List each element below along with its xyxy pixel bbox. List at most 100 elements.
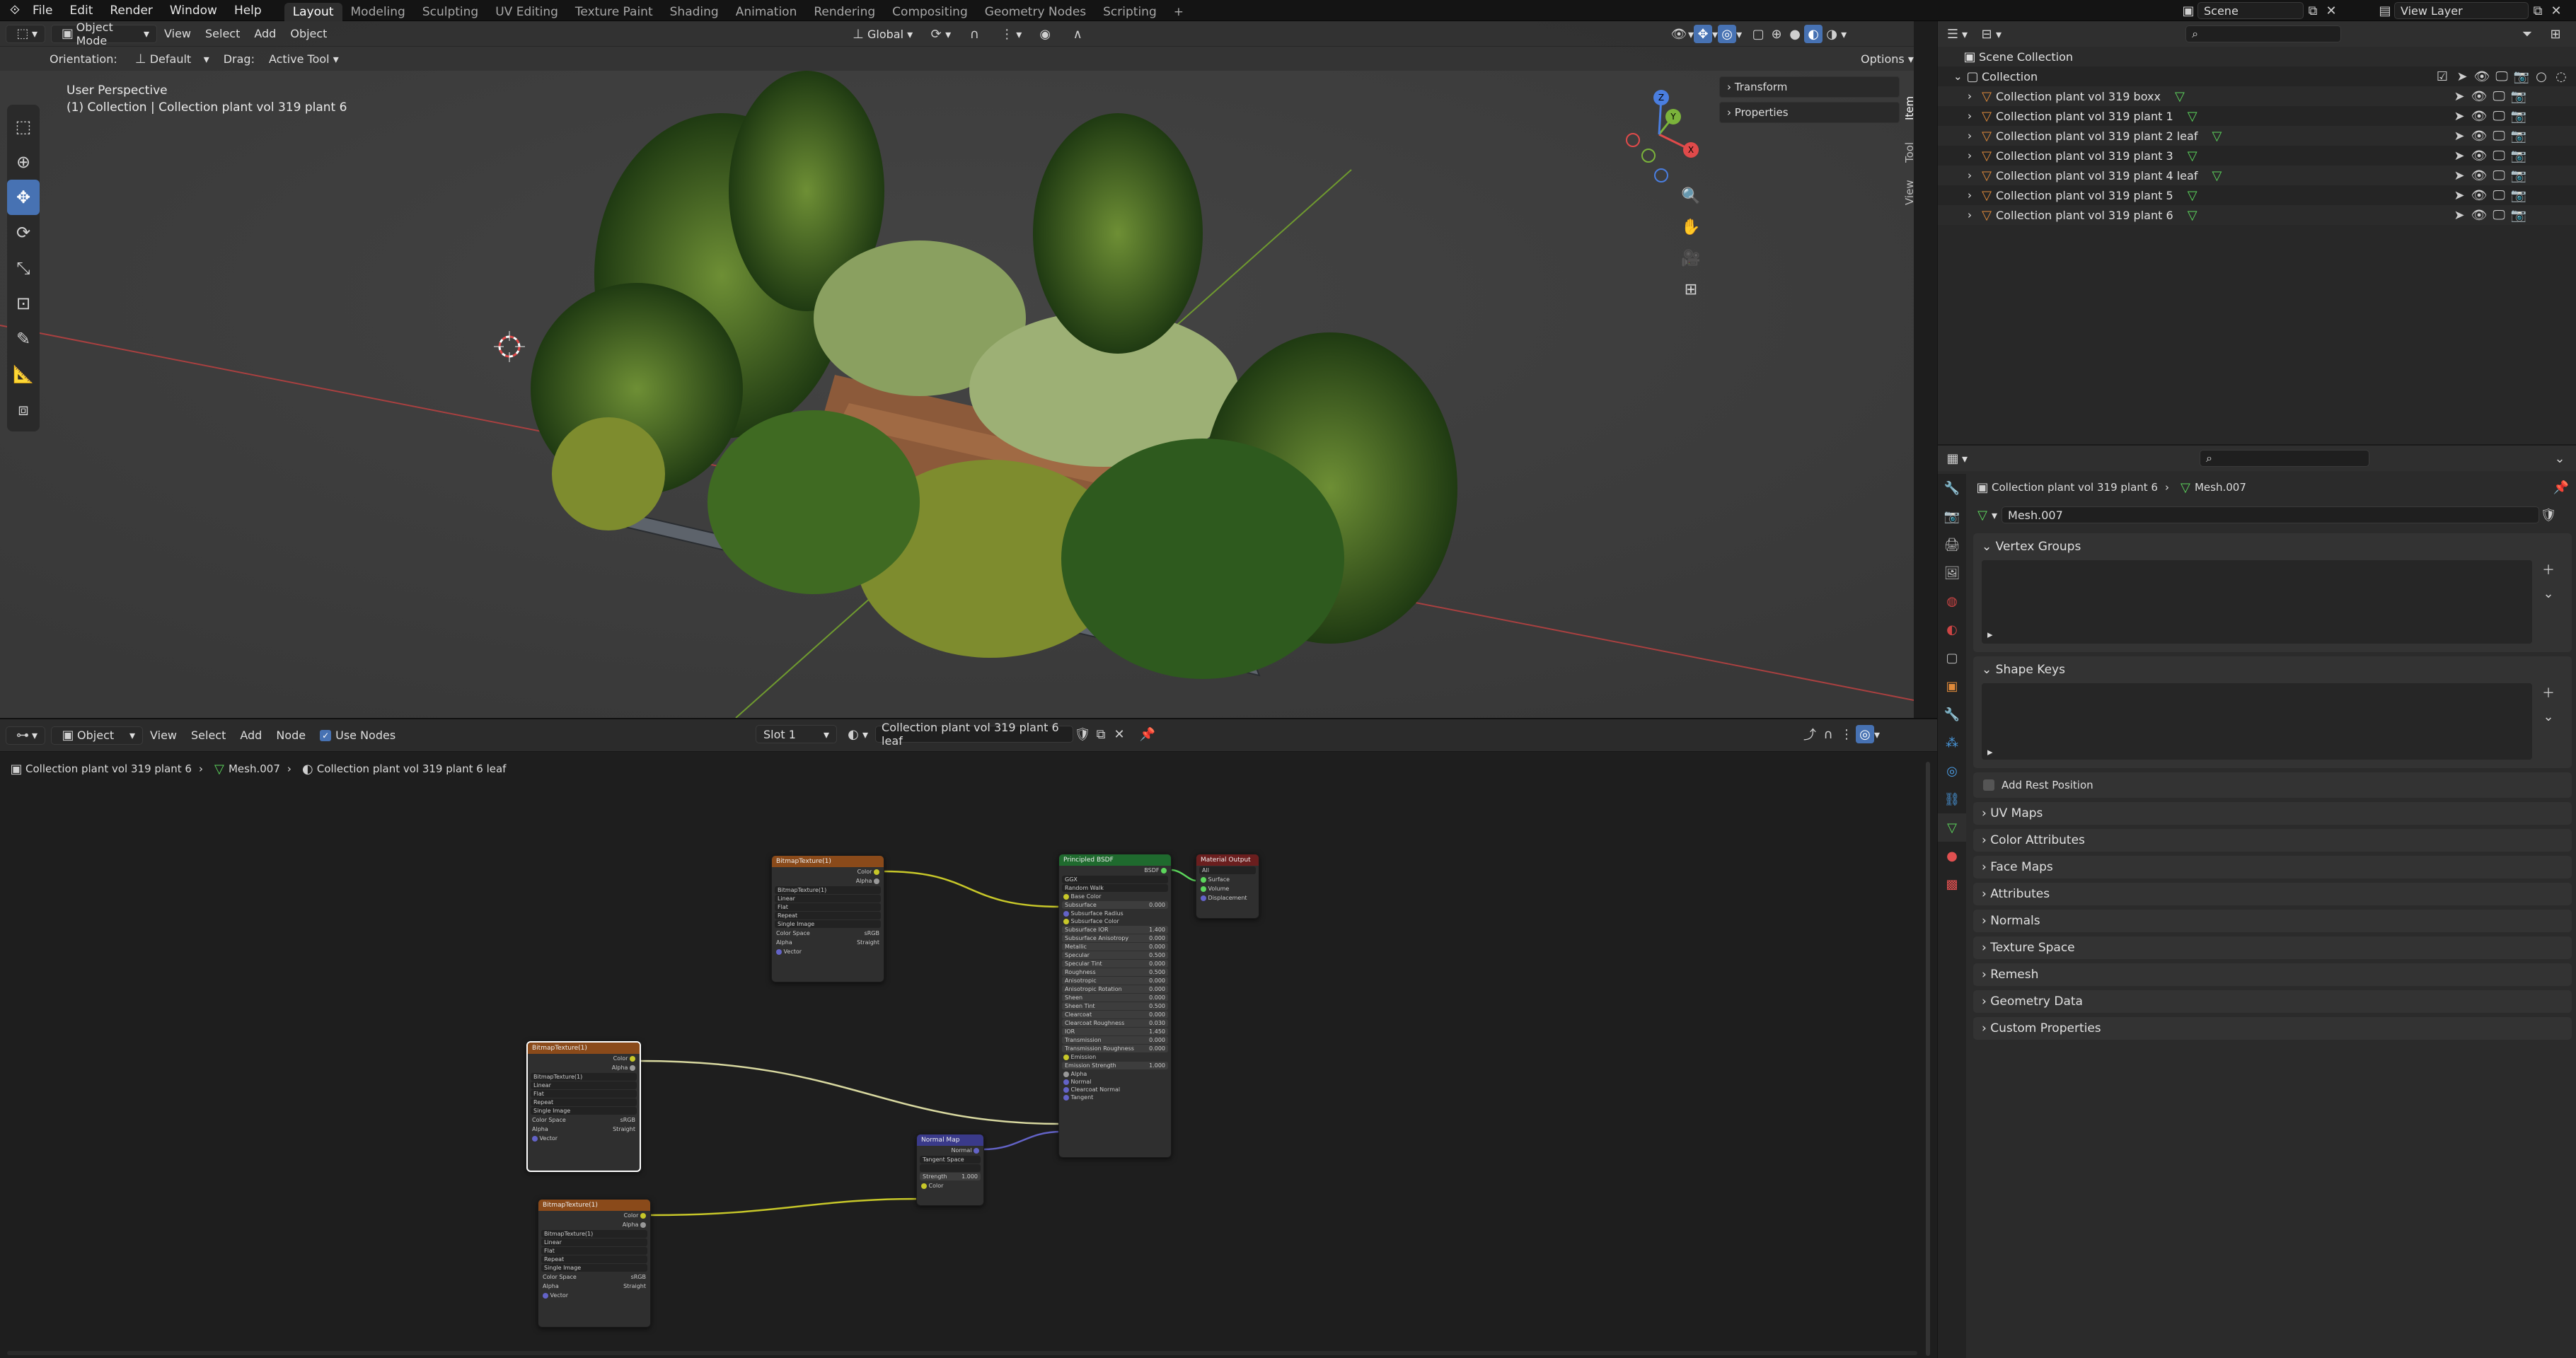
- shape-keys-header[interactable]: ⌄ Shape Keys: [1973, 656, 2572, 683]
- properties-panel[interactable]: › Properties: [1719, 102, 1900, 123]
- collapsed-panel[interactable]: › Custom Properties: [1973, 1017, 2572, 1040]
- projection-field[interactable]: Flat: [531, 1090, 637, 1098]
- workspace-tab-modeling[interactable]: Modeling: [342, 3, 414, 21]
- outliner-editor-icon[interactable]: ☰: [1943, 25, 1962, 43]
- sidebar-tab-view[interactable]: View: [1903, 163, 1914, 205]
- eye-icon[interactable]: 👁: [2470, 107, 2488, 125]
- bsdf-input-row[interactable]: Sheen 0.000: [1062, 994, 1168, 1002]
- select-box-tool[interactable]: ⬚: [7, 109, 40, 144]
- add-rest-position-checkbox[interactable]: [1983, 779, 1994, 791]
- image-texture-node-1[interactable]: BitmapTexture(1) Color Alpha BitmapTextu…: [771, 855, 884, 982]
- collapsed-panel[interactable]: › Color Attributes: [1973, 829, 2572, 852]
- render-camera-icon[interactable]: 📷: [2509, 146, 2528, 165]
- menu-help[interactable]: Help: [226, 0, 270, 21]
- bsdf-input-row[interactable]: Anisotropic Rotation 0.000: [1062, 985, 1168, 993]
- options-dropdown[interactable]: Options ▾: [1854, 50, 1914, 68]
- projection-field[interactable]: Flat: [775, 903, 881, 911]
- render-camera-icon[interactable]: 📷: [2509, 206, 2528, 224]
- outliner-row-collection-item[interactable]: › ▽ Collection plant vol 319 plant 1 ▽ ➤ 👁 🖵 📷: [1938, 106, 2576, 126]
- bsdf-input-row[interactable]: Sheen Tint 0.500: [1062, 1002, 1168, 1010]
- outliner-search-input[interactable]: ⌕: [2185, 25, 2342, 42]
- pan-hand-icon[interactable]: ✋: [1675, 211, 1706, 243]
- eye-icon[interactable]: 👁: [2470, 166, 2488, 185]
- sidebar-tab-tool[interactable]: Tool: [1903, 120, 1914, 163]
- collapsed-panel[interactable]: › Attributes: [1973, 883, 2572, 905]
- falloff-dropdown[interactable]: ∧: [1061, 25, 1094, 43]
- scale-tool[interactable]: ⤡: [7, 250, 40, 286]
- outliner-row-collection-item[interactable]: › ▽ Collection plant vol 319 plant 2 leaf ▽…: [1938, 126, 2576, 146]
- eye-icon[interactable]: 👁: [2470, 146, 2488, 165]
- close-icon[interactable]: ✕: [2322, 1, 2340, 20]
- constraints-tab-icon[interactable]: ⛓: [1938, 785, 1966, 813]
- select-arrow-icon[interactable]: ➤: [2450, 146, 2468, 165]
- bsdf-input-row[interactable]: Subsurface 0.000: [1062, 901, 1168, 909]
- monitor-icon[interactable]: 🖵: [2490, 166, 2508, 185]
- viewport-menu-add[interactable]: Add: [247, 25, 283, 43]
- viewport-menu-object[interactable]: Object: [283, 25, 334, 43]
- vertical-scrollbar[interactable]: [1926, 762, 1930, 1356]
- menu-file[interactable]: File: [24, 0, 61, 21]
- add-icon[interactable]: ＋: [2539, 560, 2558, 579]
- outliner-row-collection[interactable]: ⌄ ▢ Collection ☑ ➤ 👁 🖵 📷 ○ ◌: [1938, 66, 2576, 86]
- bsdf-input-row[interactable]: Metallic 0.000: [1062, 943, 1168, 951]
- view-layer-selector[interactable]: ▤ View Layer ⧉ ✕: [2376, 1, 2565, 20]
- select-arrow-icon[interactable]: ➤: [2450, 87, 2468, 105]
- visibility-icon[interactable]: 👁: [1670, 25, 1688, 43]
- workspace-tab-sculpting[interactable]: Sculpting: [414, 3, 487, 21]
- rendered-shading-icon[interactable]: ◑: [1823, 25, 1841, 43]
- select-arrow-icon[interactable]: ➤: [2450, 127, 2468, 145]
- source-field[interactable]: Single Image: [531, 1107, 637, 1115]
- workspace-tab-animation[interactable]: Animation: [727, 3, 806, 21]
- mode-dropdown[interactable]: ▣ Object Mode ▾: [51, 21, 158, 47]
- scene-field[interactable]: Scene: [2197, 2, 2304, 19]
- particles-tab-icon[interactable]: ⁂: [1938, 729, 1966, 757]
- indirect-only-icon[interactable]: ◌: [2552, 67, 2570, 86]
- bsdf-input-row[interactable]: Clearcoat 0.000: [1062, 1011, 1168, 1018]
- solid-shading-icon[interactable]: ●: [1786, 25, 1804, 43]
- source-field[interactable]: Single Image: [775, 920, 881, 928]
- expand-list-icon[interactable]: ▸: [1987, 745, 1993, 758]
- outliner-row-collection-item[interactable]: › ▽ Collection plant vol 319 plant 5 ▽ ➤ 👁 🖵 📷: [1938, 185, 2576, 205]
- strength-field[interactable]: Strength 1.000: [920, 1173, 981, 1180]
- uv-map-field[interactable]: [920, 1164, 981, 1172]
- image-texture-node-3[interactable]: BitmapTexture(1) Color Alpha BitmapTextu…: [538, 1199, 651, 1328]
- select-arrow-icon[interactable]: ➤: [2450, 206, 2468, 224]
- pin-icon[interactable]: ⧉: [2304, 1, 2322, 20]
- interpolation-field[interactable]: Linear: [775, 895, 881, 903]
- chevron-right-icon[interactable]: ›: [1968, 90, 1977, 103]
- menu-render[interactable]: Render: [101, 0, 161, 21]
- render-camera-icon[interactable]: 📷: [2509, 166, 2528, 185]
- select-arrow-icon[interactable]: ➤: [2450, 186, 2468, 204]
- workspace-tab-compositing[interactable]: Compositing: [884, 3, 976, 21]
- output-target-dropdown[interactable]: All: [1199, 866, 1256, 874]
- normal-map-node[interactable]: Normal Map Normal Tangent Space Strength…: [916, 1134, 984, 1206]
- interpolation-field[interactable]: Linear: [531, 1081, 637, 1089]
- render-camera-icon[interactable]: 📷: [2509, 107, 2528, 125]
- chevron-down-icon[interactable]: ⌄: [2551, 449, 2569, 468]
- collapsed-panel[interactable]: › Face Maps: [1973, 856, 2572, 878]
- eye-icon[interactable]: 👁: [2470, 186, 2488, 204]
- camera-icon[interactable]: 🎥: [1675, 243, 1706, 274]
- render-camera-icon[interactable]: 📷: [2509, 127, 2528, 145]
- navigation-gizmo[interactable]: X Y Z: [1620, 85, 1705, 191]
- select-arrow-icon[interactable]: ➤: [2450, 107, 2468, 125]
- workspace-tab-texture-paint[interactable]: Texture Paint: [567, 3, 662, 21]
- vertex-groups-list[interactable]: [1982, 560, 2532, 644]
- color-space-row[interactable]: Color Space sRGB: [538, 1272, 650, 1282]
- scene-selector[interactable]: ▣ Scene ⧉ ✕: [2179, 1, 2340, 20]
- chevron-down-icon[interactable]: ⌄: [1953, 70, 1963, 83]
- bsdf-input-row[interactable]: Specular 0.500: [1062, 951, 1168, 959]
- outliner-row-collection-item[interactable]: › ▽ Collection plant vol 319 boxx ▽ ➤ 👁 🖵 📷: [1938, 86, 2576, 106]
- tool-tab-icon[interactable]: 🔧: [1938, 474, 1966, 502]
- 3d-viewport[interactable]: ⬚ ▾ ▣ Object Mode ▾ View Select Add Objec…: [0, 21, 1914, 718]
- blender-logo-icon[interactable]: ⟐: [6, 1, 24, 20]
- outliner-row-collection-item[interactable]: › ▽ Collection plant vol 319 plant 3 ▽ ➤ 👁 🖵 📷: [1938, 146, 2576, 166]
- holdout-icon[interactable]: ○: [2532, 67, 2551, 86]
- alpha-mode-row[interactable]: Alpha Straight: [772, 938, 884, 947]
- alpha-mode-row[interactable]: Alpha Straight: [528, 1125, 640, 1134]
- close-icon[interactable]: ✕: [2547, 1, 2565, 20]
- properties-search-input[interactable]: ⌕: [2200, 450, 2369, 467]
- chevron-right-icon[interactable]: ›: [1968, 189, 1977, 202]
- menu-edit[interactable]: Edit: [61, 0, 101, 21]
- bsdf-input-row[interactable]: Subsurface Anisotropy 0.000: [1062, 934, 1168, 942]
